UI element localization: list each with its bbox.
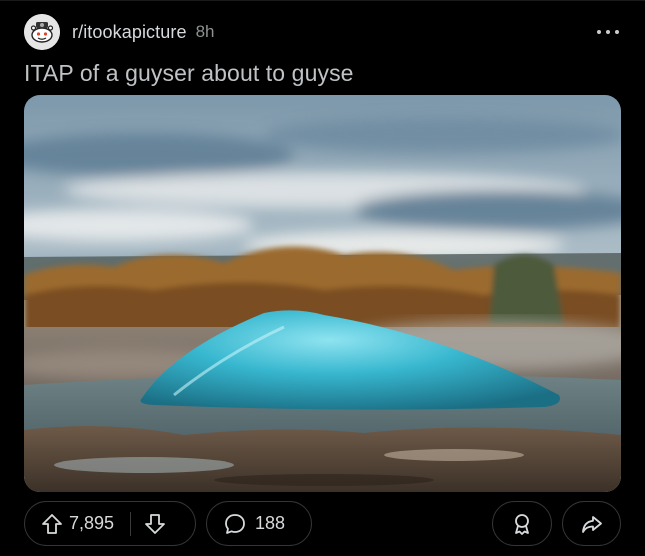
downvote-arrow-icon[interactable] (144, 513, 166, 535)
share-button[interactable] (562, 501, 621, 546)
share-arrow-icon (580, 512, 604, 536)
subreddit-name[interactable]: r/itookapicture (72, 22, 187, 43)
post-card[interactable]: r/itookapicture 8h ITAP of a guyser abou… (0, 0, 645, 556)
comment-count: 188 (255, 513, 286, 533)
comment-bubble-icon (223, 512, 247, 536)
award-icon (510, 512, 534, 536)
more-options-icon[interactable] (597, 23, 619, 41)
post-title[interactable]: ITAP of a guyser about to guyse (24, 60, 354, 87)
post-age: 8h (195, 22, 215, 41)
vote-control: 7,895 (24, 501, 196, 546)
upvote-arrow-icon[interactable] (41, 513, 63, 535)
post-header: r/itookapicture 8h (24, 13, 625, 51)
award-button[interactable] (492, 501, 552, 546)
divider (0, 0, 645, 1)
post-image[interactable] (24, 95, 621, 492)
vote-score: 7,895 (69, 513, 115, 533)
divider (130, 511, 132, 536)
subreddit-avatar-icon[interactable] (24, 14, 60, 50)
post-actions-bar: 7,895 188 (24, 501, 621, 546)
comments-button[interactable]: 188 (206, 501, 312, 546)
